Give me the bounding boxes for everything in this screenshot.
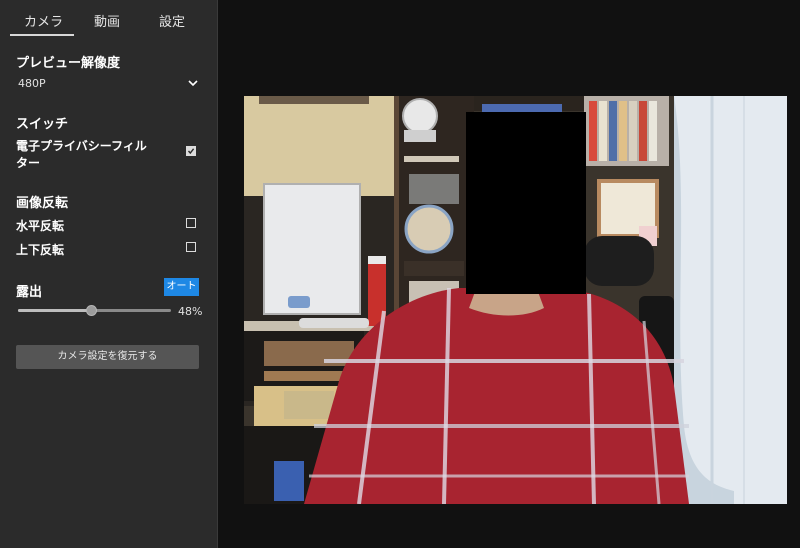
tab-camera[interactable]: カメラ <box>24 11 63 30</box>
chevron-down-icon[interactable] <box>186 76 200 90</box>
privacy-filter-checkbox[interactable] <box>186 146 196 156</box>
exposure-slider[interactable] <box>18 305 171 316</box>
vertical-flip-label: 上下反転 <box>16 243 65 257</box>
resolution-heading: プレビュー解像度 <box>16 56 121 71</box>
horizontal-flip-label: 水平反転 <box>16 219 65 233</box>
exposure-slider-fill <box>18 309 92 312</box>
tab-settings[interactable]: 設定 <box>159 11 185 30</box>
tab-bar: カメラ 動画 設定 <box>0 0 217 36</box>
camera-preview <box>244 96 787 504</box>
switch-heading: スイッチ <box>16 117 69 132</box>
exposure-slider-thumb[interactable] <box>85 305 97 316</box>
exposure-auto-button[interactable]: オート <box>164 278 199 296</box>
privacy-filter-label-cont: ター <box>16 156 41 170</box>
checkmark-icon <box>187 148 195 155</box>
horizontal-flip-checkbox[interactable] <box>186 218 196 228</box>
resolution-select-value[interactable]: 480P <box>18 77 46 90</box>
flip-heading: 画像反転 <box>16 196 69 211</box>
exposure-value: 48% <box>178 305 203 318</box>
privacy-filter-mask <box>466 112 586 294</box>
exposure-heading: 露出 <box>16 285 43 300</box>
privacy-filter-label: 電子プライバシーフィル <box>16 139 147 153</box>
settings-sidebar: カメラ 動画 設定 プレビュー解像度 480P スイッチ 電子プライバシーフィル… <box>0 0 218 548</box>
vertical-flip-checkbox[interactable] <box>186 242 196 252</box>
active-tab-indicator <box>10 34 74 36</box>
tab-video[interactable]: 動画 <box>94 11 120 30</box>
restore-camera-settings-button[interactable]: カメラ設定を復元する <box>16 345 199 369</box>
